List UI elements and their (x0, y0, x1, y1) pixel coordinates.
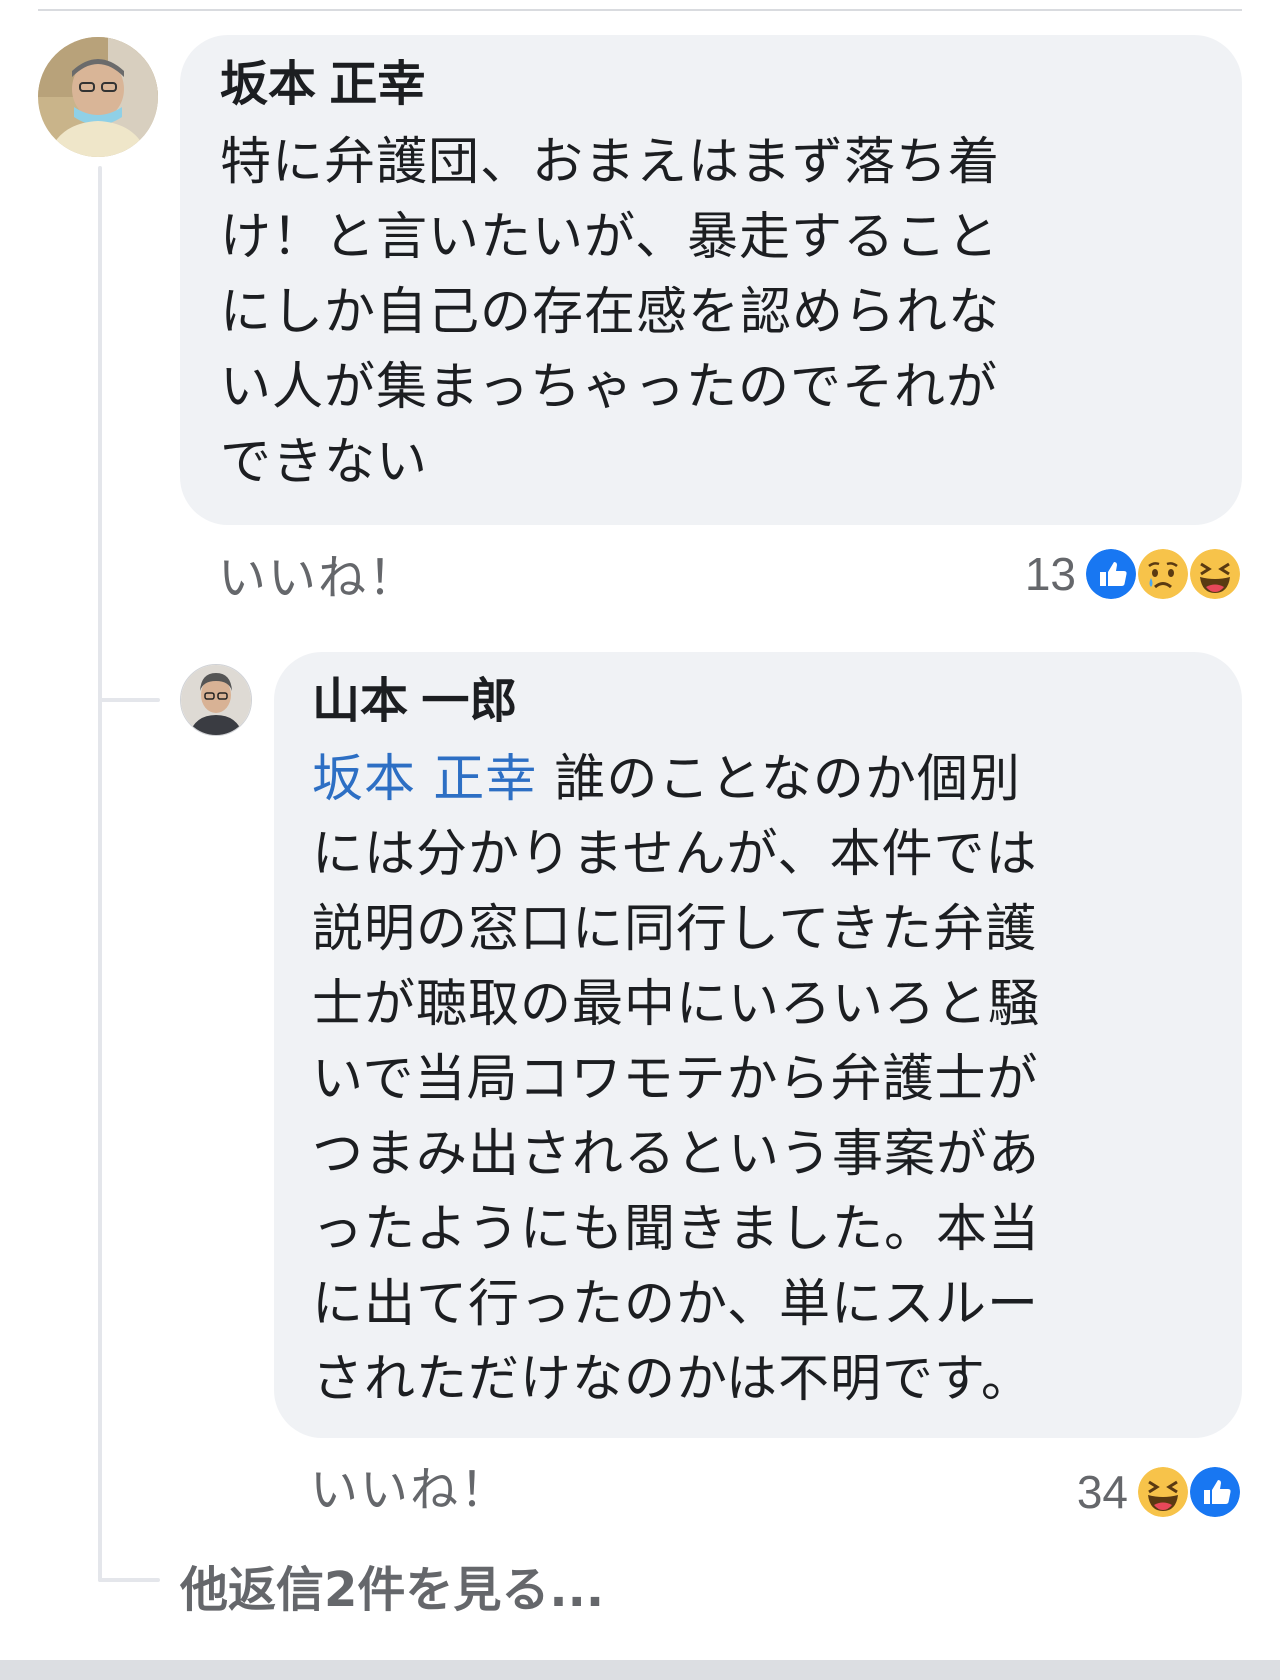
reply-line: つまみ出されるという事案があ (312, 1125, 1041, 1184)
comment-line: できない (220, 433, 429, 492)
reply-line: 士が聴取の最中にいろいろと騒 (312, 975, 1041, 1034)
reaction-summary[interactable]: 34 (1077, 1462, 1242, 1522)
comment-author[interactable]: 坂本 正幸 (220, 55, 1202, 115)
like-icon (1084, 547, 1138, 601)
reply-text: 坂本 正幸 誰のことなのか個別 には分かりませんが、本件では 説明の窓口に同行し… (312, 742, 1202, 1417)
comment-line: い人が集まっちゃったのでそれが (220, 358, 998, 417)
thread-branch (98, 1578, 160, 1582)
view-more-replies-link[interactable]: 他返信2件を見る... (180, 1560, 604, 1620)
like-button[interactable]: いいね！ (310, 1460, 510, 1520)
reply-line: されただけなのかは不明です。 (312, 1350, 1033, 1409)
comment-line: け！と言いたいが、暴走すること (220, 208, 999, 267)
reply-line: ったようにも聞きました。本当 (312, 1200, 1041, 1259)
like-icon (1188, 1465, 1242, 1519)
avatar[interactable] (180, 664, 252, 736)
haha-icon (1188, 547, 1242, 601)
mention-link[interactable]: 坂本 正幸 (312, 750, 537, 809)
thread-branch (98, 698, 160, 702)
reply-bubble: 山本 一郎 坂本 正幸 誰のことなのか個別 には分かりませんが、本件では 説明の… (274, 652, 1242, 1438)
thread-line (98, 166, 102, 1582)
bottom-divider (0, 1660, 1280, 1680)
reply-line: 説明の窓口に同行してきた弁護 (312, 900, 1037, 959)
comment-bubble: 坂本 正幸 特に弁護団、おまえはまず落ち着 け！と言いたいが、暴走すること にし… (180, 35, 1242, 525)
reaction-summary[interactable]: 13 (1025, 544, 1242, 604)
comment-line: 特に弁護団、おまえはまず落ち着 (220, 133, 1001, 192)
like-button[interactable]: いいね！ (218, 548, 418, 608)
reply-author[interactable]: 山本 一郎 (312, 672, 1202, 732)
reply-line-rest: 誰のことなのか個別 (537, 750, 1021, 809)
reply-line: には分かりませんが、本件では (312, 825, 1038, 884)
haha-icon (1136, 1465, 1190, 1519)
comment-line: にしか自己の存在感を認められな (220, 283, 1001, 342)
reply-line: に出て行ったのか、単にスルー (312, 1275, 1039, 1334)
reaction-count: 13 (1024, 548, 1076, 600)
reply-line: 坂本 正幸 誰のことなのか個別 (312, 742, 1202, 817)
top-divider (38, 9, 1242, 11)
comment-text: 特に弁護団、おまえはまず落ち着 け！と言いたいが、暴走すること にしか自己の存在… (220, 125, 1202, 500)
reaction-count: 34 (1076, 1466, 1128, 1518)
avatar[interactable] (38, 37, 158, 157)
reply-line: いで当局コワモテから弁護士が (312, 1050, 1039, 1109)
sad-icon (1136, 547, 1190, 601)
